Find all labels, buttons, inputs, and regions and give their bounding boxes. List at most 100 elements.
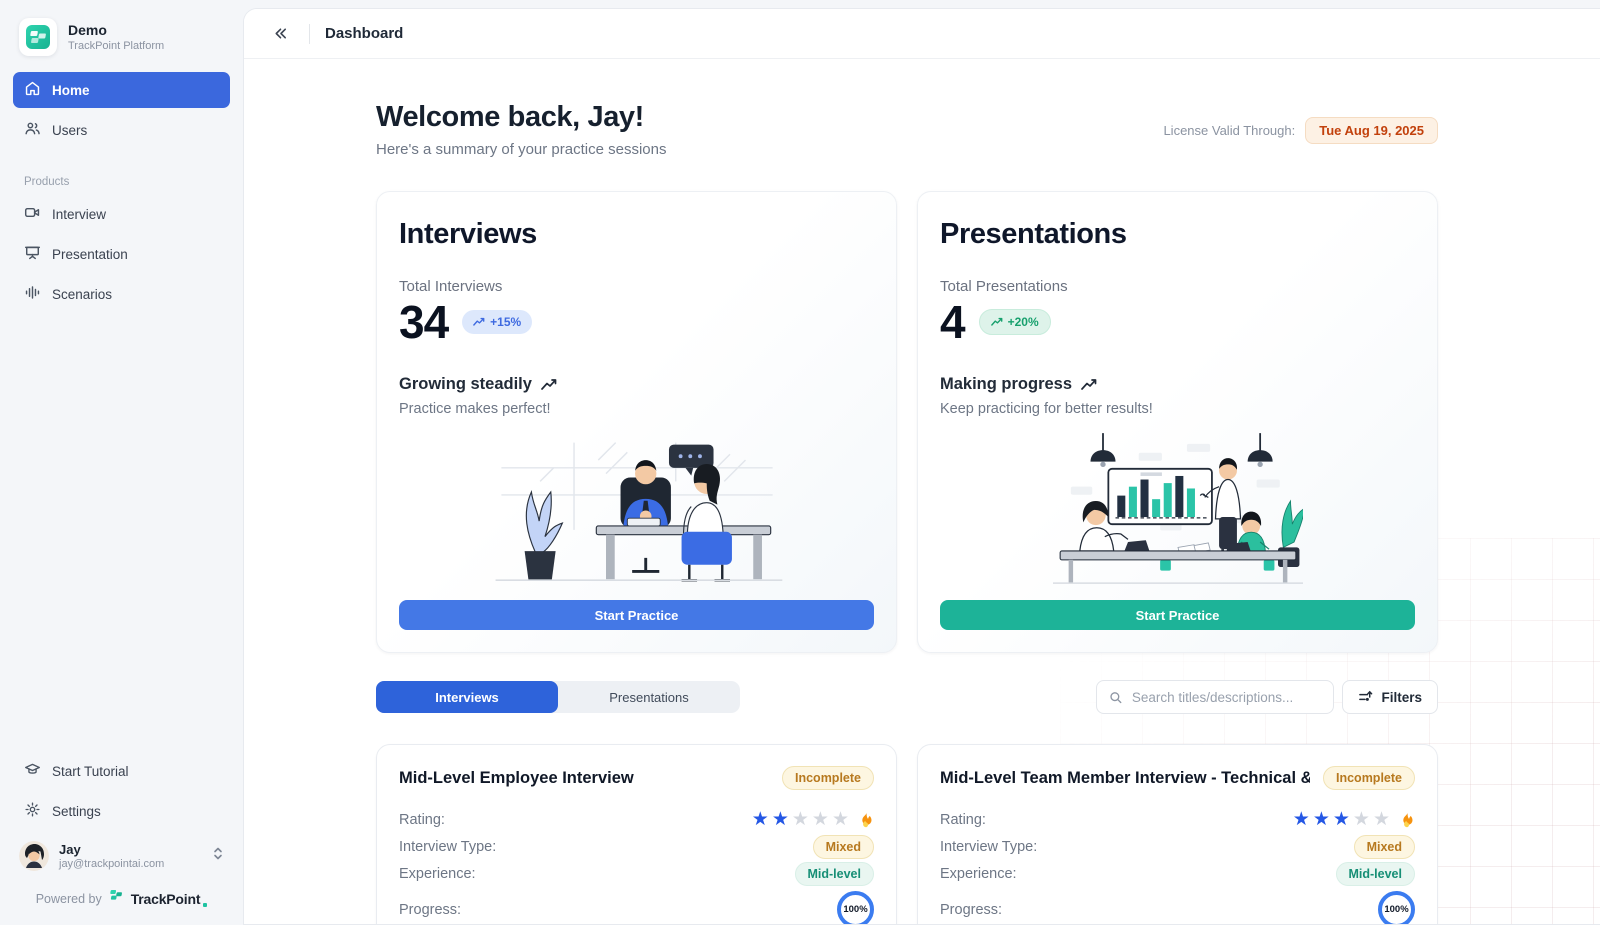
presentation-illustration (940, 417, 1415, 600)
flame-icon (1399, 811, 1415, 828)
trend-subtitle: Practice makes perfect! (399, 401, 874, 417)
tab-interviews[interactable]: Interviews (376, 681, 558, 713)
interviews-summary-card: Interviews Total Interviews 34 +15% Grow… (376, 191, 897, 653)
interview-type-label: Interview Type: (399, 839, 496, 855)
home-icon (24, 80, 41, 100)
powered-by-footer: Powered by TrackPoint (13, 879, 230, 911)
interview-illustration (399, 417, 874, 600)
filter-icon (1358, 690, 1373, 704)
sidebar-item-label: Start Tutorial (52, 764, 129, 779)
delta-badge: +15% (462, 310, 532, 334)
session-title: Mid-Level Employee Interview (399, 769, 634, 788)
interview-type-badge: Mixed (813, 835, 874, 859)
main-panel: Dashboard Welcome back, Jay! Here's a su… (243, 8, 1600, 925)
users-icon (24, 120, 41, 140)
products-section-label: Products (13, 176, 230, 188)
search-icon (1109, 690, 1122, 705)
sidebar-item-label: Interview (52, 207, 106, 222)
license-date-badge: Tue Aug 19, 2025 (1305, 117, 1438, 144)
session-title: Mid-Level Team Member Interview - Techni… (940, 769, 1310, 788)
total-interviews-value: 34 (399, 299, 448, 345)
rating-label: Rating: (940, 812, 986, 828)
progress-label: Progress: (399, 902, 461, 918)
sidebar-item-label: Users (52, 123, 87, 138)
status-badge: Incomplete (1323, 766, 1415, 790)
sidebar-item-scenarios[interactable]: Scenarios (13, 276, 230, 312)
brand-dot (203, 903, 207, 907)
star-rating: ★★★★★ (752, 810, 874, 829)
trend-up-icon (991, 316, 1003, 328)
sidebar-item-interview[interactable]: Interview (13, 196, 230, 232)
delta-badge: +20% (979, 309, 1051, 335)
chevron-up-down-icon[interactable] (212, 846, 224, 866)
star-icon: ★ (1353, 810, 1370, 829)
trend-subtitle: Keep practicing for better results! (940, 401, 1415, 417)
platform-name: TrackPoint Platform (68, 40, 164, 52)
sidebar-item-label: Settings (52, 804, 101, 819)
trend-title: Growing steadily (399, 375, 532, 394)
star-icon: ★ (832, 810, 849, 829)
license-info: License Valid Through: Tue Aug 19, 2025 (1163, 117, 1438, 144)
sidebar-item-settings[interactable]: Settings (13, 793, 230, 829)
filters-button[interactable]: Filters (1342, 680, 1438, 714)
trackpoint-mini-logo-icon (109, 889, 124, 909)
status-badge: Incomplete (782, 766, 874, 790)
sidebar-item-label: Scenarios (52, 287, 112, 302)
star-icon: ★ (1293, 810, 1310, 829)
user-menu[interactable]: Jay jay@trackpointai.com (13, 833, 230, 879)
interview-type-badge: Mixed (1354, 835, 1415, 859)
star-icon: ★ (752, 810, 769, 829)
sidebar-item-presentation[interactable]: Presentation (13, 236, 230, 272)
progress-label: Progress: (940, 902, 1002, 918)
experience-badge: Mid-level (1336, 862, 1416, 886)
total-presentations-value: 4 (940, 299, 965, 345)
progress-ring: 100% (1378, 891, 1415, 925)
workspace-name: Demo (68, 22, 164, 38)
star-icon: ★ (1333, 810, 1350, 829)
stat-label: Total Interviews (399, 278, 874, 295)
sidebar-item-label: Home (52, 83, 90, 98)
sidebar-item-start-tutorial[interactable]: Start Tutorial (13, 753, 230, 789)
avatar (19, 841, 49, 871)
start-practice-presentations-button[interactable]: Start Practice (940, 600, 1415, 630)
powered-by-label: Powered by (36, 892, 102, 906)
trend-up-icon (1081, 378, 1097, 392)
search-box[interactable] (1096, 680, 1334, 714)
star-icon: ★ (812, 810, 829, 829)
card-title: Interviews (399, 218, 874, 251)
sidebar-item-label: Presentation (52, 247, 128, 262)
license-label: License Valid Through: (1163, 123, 1295, 138)
experience-label: Experience: (940, 866, 1017, 882)
interview-type-label: Interview Type: (940, 839, 1037, 855)
star-icon: ★ (1313, 810, 1330, 829)
waveform-icon (24, 284, 41, 304)
experience-badge: Mid-level (795, 862, 875, 886)
progress-ring: 100% (837, 891, 874, 925)
star-icon: ★ (1373, 810, 1390, 829)
session-card[interactable]: Mid-Level Employee Interview Incomplete … (376, 744, 897, 925)
topbar-divider (309, 24, 310, 44)
star-icon: ★ (772, 810, 789, 829)
sidebar-item-home[interactable]: Home (13, 72, 230, 108)
sidebar-item-users[interactable]: Users (13, 112, 230, 148)
presentations-summary-card: Presentations Total Presentations 4 +20%… (917, 191, 1438, 653)
session-type-tabs: Interviews Presentations (376, 681, 740, 713)
collapse-sidebar-button[interactable] (266, 20, 294, 48)
tab-presentations[interactable]: Presentations (558, 681, 740, 713)
search-input[interactable] (1132, 690, 1322, 705)
user-email: jay@trackpointai.com (59, 858, 164, 870)
powered-by-brand: TrackPoint (131, 891, 201, 907)
session-card[interactable]: Mid-Level Team Member Interview - Techni… (917, 744, 1438, 925)
video-camera-icon (24, 204, 41, 224)
graduation-cap-icon (24, 761, 41, 781)
presentation-screen-icon (24, 244, 41, 264)
trackpoint-logo-icon (19, 18, 57, 56)
star-rating: ★★★★★ (1293, 810, 1415, 829)
welcome-heading: Welcome back, Jay! (376, 101, 666, 134)
trend-up-icon (473, 316, 485, 328)
flame-icon (858, 811, 874, 828)
experience-label: Experience: (399, 866, 476, 882)
workspace-brand: Demo TrackPoint Platform (13, 16, 230, 72)
start-practice-interviews-button[interactable]: Start Practice (399, 600, 874, 630)
stat-label: Total Presentations (940, 278, 1415, 295)
